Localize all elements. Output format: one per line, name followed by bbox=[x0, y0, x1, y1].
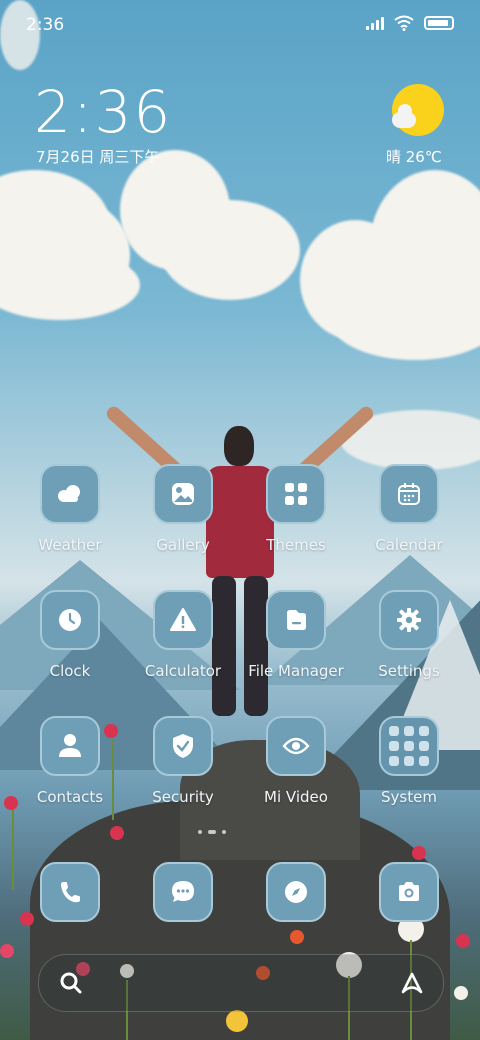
app-label: Calculator bbox=[144, 662, 222, 680]
app-label: Contacts bbox=[36, 788, 104, 806]
app-gallery[interactable]: Gallery bbox=[131, 464, 235, 574]
contacts-icon[interactable] bbox=[40, 716, 100, 776]
app-settings[interactable]: Settings bbox=[357, 590, 461, 700]
calendar-icon[interactable] bbox=[379, 464, 439, 524]
app-security[interactable]: Security bbox=[131, 716, 235, 826]
signal-icon bbox=[366, 16, 384, 30]
app-calculator[interactable]: Calculator bbox=[131, 590, 235, 700]
folder-icon[interactable] bbox=[379, 716, 439, 776]
app-label: Calendar bbox=[375, 536, 443, 554]
battery-icon bbox=[424, 16, 454, 30]
weather-icon[interactable] bbox=[40, 464, 100, 524]
app-label: Clock bbox=[49, 662, 91, 680]
app-contacts[interactable]: Contacts bbox=[18, 716, 122, 826]
app-clock[interactable]: Clock bbox=[18, 590, 122, 700]
status-bar: 2:36 bbox=[0, 0, 480, 44]
widget-weather[interactable]: 晴 26℃ bbox=[386, 146, 442, 167]
calculator-icon[interactable] bbox=[153, 590, 213, 650]
app-weather[interactable]: Weather bbox=[18, 464, 122, 574]
settings-icon[interactable] bbox=[379, 590, 439, 650]
messages-icon[interactable] bbox=[153, 862, 213, 922]
search-bar[interactable] bbox=[38, 954, 444, 1012]
camera-icon[interactable] bbox=[379, 862, 439, 922]
status-time: 2:36 bbox=[26, 15, 65, 35]
app-label: System bbox=[381, 788, 437, 806]
clock-icon[interactable] bbox=[40, 590, 100, 650]
themes-icon[interactable] bbox=[266, 464, 326, 524]
cloud-icon bbox=[392, 104, 416, 128]
app-file-manager[interactable]: File Manager bbox=[244, 590, 348, 700]
app-label: File Manager bbox=[248, 662, 344, 680]
widget-date[interactable]: 7月26日 周三下午 bbox=[36, 146, 159, 167]
phone-icon[interactable] bbox=[40, 862, 100, 922]
widget-clock[interactable]: 2:36 bbox=[34, 78, 172, 146]
assistant-icon[interactable] bbox=[399, 971, 425, 995]
app-label: Settings bbox=[378, 662, 440, 680]
video-icon[interactable] bbox=[266, 716, 326, 776]
app-calendar[interactable]: Calendar bbox=[357, 464, 461, 574]
app-label: Security bbox=[152, 788, 214, 806]
app-label: Mi Video bbox=[264, 788, 328, 806]
file-manager-icon[interactable] bbox=[266, 590, 326, 650]
gallery-icon[interactable] bbox=[153, 464, 213, 524]
security-icon[interactable] bbox=[153, 716, 213, 776]
app-label: Themes bbox=[266, 536, 326, 554]
wifi-icon bbox=[394, 15, 414, 31]
browser-icon[interactable] bbox=[266, 862, 326, 922]
folder-system[interactable]: System bbox=[357, 716, 461, 826]
app-themes[interactable]: Themes bbox=[244, 464, 348, 574]
app-label: Gallery bbox=[156, 536, 210, 554]
app-mi-video[interactable]: Mi Video bbox=[244, 716, 348, 826]
app-label: Weather bbox=[38, 536, 102, 554]
page-indicator[interactable] bbox=[198, 830, 226, 834]
search-icon[interactable] bbox=[59, 971, 83, 995]
